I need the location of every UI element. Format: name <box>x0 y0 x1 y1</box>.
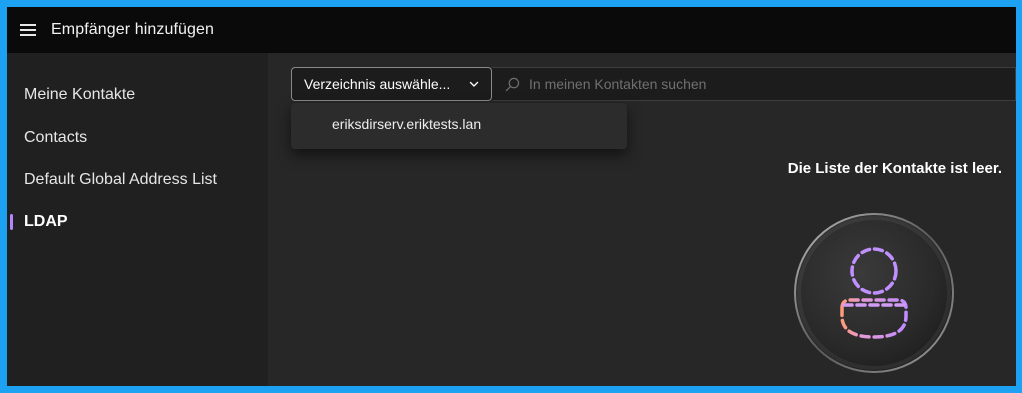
search-input[interactable] <box>529 76 969 92</box>
empty-state-message: Die Liste der Kontakte ist leer. <box>787 160 1002 177</box>
title-bar: Empfänger hinzufügen <box>7 7 1016 53</box>
contact-search <box>492 67 1016 101</box>
recipient-picker-window: Empfänger hinzufügen Meine Kontakte Cont… <box>7 7 1016 386</box>
sidebar-item-default-global-address-list[interactable]: Default Global Address List <box>24 171 217 189</box>
sidebar-item-contacts[interactable]: Contacts <box>24 129 87 147</box>
sidebar-item-meine-kontakte[interactable]: Meine Kontakte <box>24 86 135 104</box>
sidebar-item-ldap[interactable]: LDAP <box>24 213 68 231</box>
directory-select[interactable]: Verzeichnis auswähle... <box>291 67 492 101</box>
main-content: Verzeichnis auswähle... eriksdirserv.eri… <box>268 53 1016 386</box>
person-placeholder-icon <box>794 213 954 373</box>
active-item-indicator <box>10 214 13 230</box>
dropdown-item-eriksdirserv[interactable]: eriksdirserv.eriktests.lan <box>332 116 481 132</box>
sidebar: Meine Kontakte Contacts Default Global A… <box>7 53 268 386</box>
hamburger-icon[interactable] <box>20 24 38 36</box>
directory-dropdown: eriksdirserv.eriktests.lan <box>291 103 627 149</box>
search-icon <box>505 77 520 91</box>
directory-select-value: Verzeichnis auswähle... <box>304 76 451 92</box>
window-title: Empfänger hinzufügen <box>51 21 214 38</box>
chevron-down-icon <box>469 81 479 87</box>
